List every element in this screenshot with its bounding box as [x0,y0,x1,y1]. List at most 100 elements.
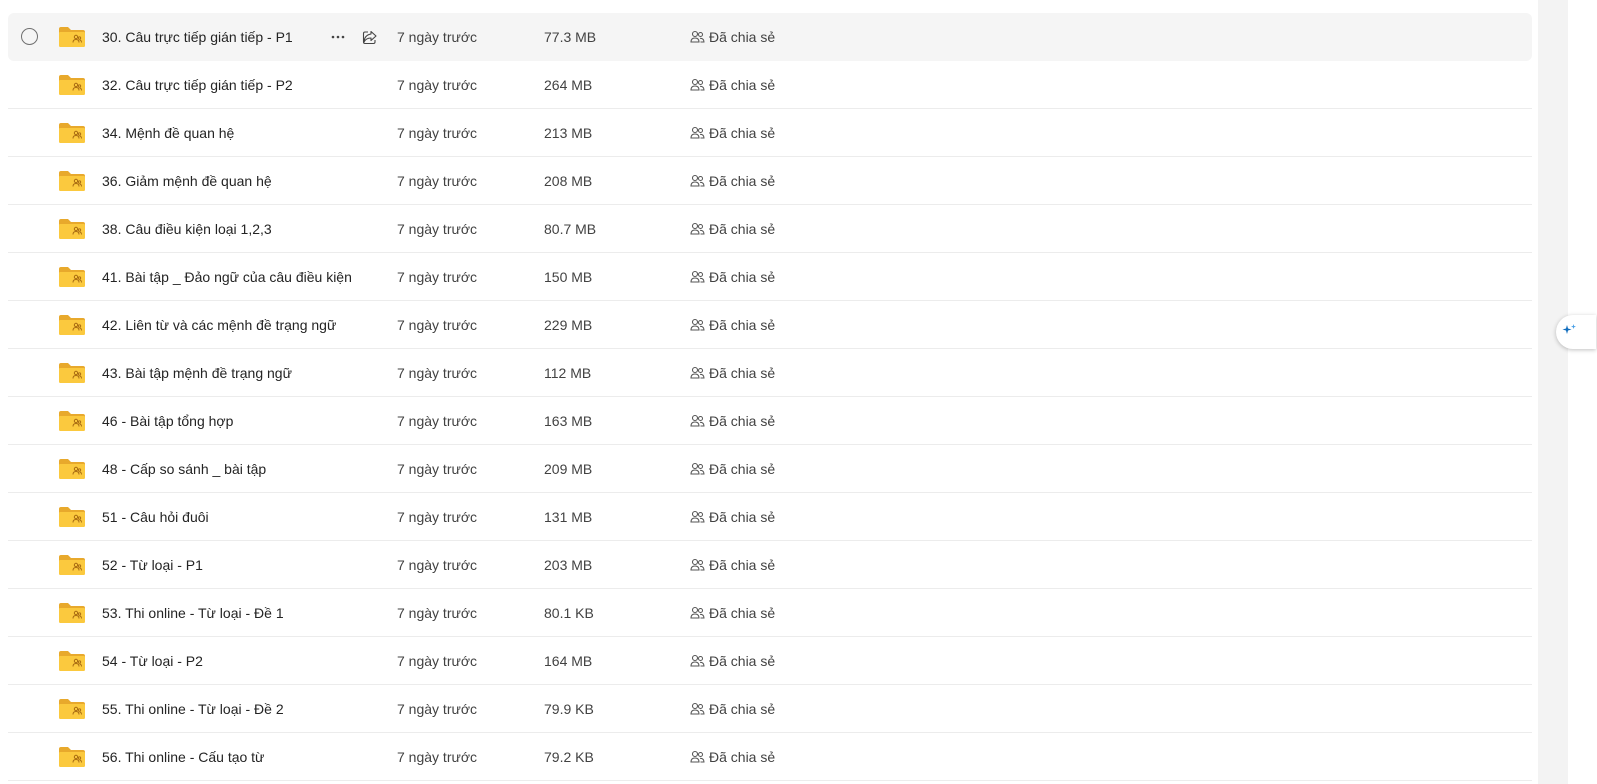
sharing-status: Đã chia sẻ [690,13,775,60]
people-icon [690,30,709,44]
file-size: 264 MB [544,76,593,93]
sharing-label: Đã chia sẻ [709,172,776,189]
file-name[interactable]: 32. Câu trực tiếp gián tiếp - P2 [102,61,293,108]
file-size: 112 MB [544,364,592,381]
modified-date: 7 ngày trước [397,28,478,45]
file-size: 203 MB [544,556,593,573]
file-name[interactable]: 41. Bài tập _ Đảo ngữ của câu điều kiện [102,253,352,300]
file-size: 79.2 KB [544,748,594,765]
sharing-label: Đã chia sẻ [709,652,776,669]
sharing-status: Đã chia sẻ [690,445,775,492]
file-row[interactable]: 36. Giảm mệnh đề quan hệ 7 ngày trước 20… [8,157,1532,205]
sharing-label: Đã chia sẻ [709,700,776,717]
modified-date: 7 ngày trước [397,124,478,141]
file-size: 213 MB [544,124,593,141]
file-row[interactable]: 51 - Câu hỏi đuôi 7 ngày trước 131 MB Đã… [8,493,1532,541]
modified-date: 7 ngày trước [397,364,478,381]
file-name[interactable]: 34. Mệnh đề quan hệ [102,109,234,156]
sharing-status: Đã chia sẻ [690,541,775,588]
file-name[interactable]: 38. Câu điều kiện loại 1,2,3 [102,205,272,252]
file-row[interactable]: 43. Bài tập mệnh đề trạng ngữ 7 ngày trư… [8,349,1532,397]
sharing-label: Đã chia sẻ [709,412,776,429]
sharing-status: Đã chia sẻ [690,349,775,396]
file-row[interactable]: 30. Câu trực tiếp gián tiếp - P1 7 ngày … [8,13,1532,61]
people-icon [690,270,709,284]
file-size: 150 MB [544,268,593,285]
sharing-label: Đã chia sẻ [709,364,776,381]
people-icon [690,558,709,572]
selection-circle-icon [21,28,38,45]
modified-date: 7 ngày trước [397,556,478,573]
file-row[interactable]: 54 - Từ loại - P2 7 ngày trước 164 MB Đã… [8,637,1532,685]
sharing-label: Đã chia sẻ [709,460,776,477]
file-row[interactable]: 38. Câu điều kiện loại 1,2,3 7 ngày trướ… [8,205,1532,253]
modified-date: 7 ngày trước [397,652,478,669]
sharing-label: Đã chia sẻ [709,748,776,765]
scrollbar[interactable] [1538,0,1568,784]
people-icon [690,366,709,380]
sharing-status: Đã chia sẻ [690,637,775,684]
shared-folder-icon [58,493,88,540]
sharing-status: Đã chia sẻ [690,685,775,732]
modified-date: 7 ngày trước [397,508,478,525]
file-name[interactable]: 43. Bài tập mệnh đề trạng ngữ [102,349,292,396]
shared-folder-icon [58,301,88,348]
file-size: 80.1 KB [544,604,594,621]
file-row[interactable]: 42. Liên từ và các mệnh đề trạng ngữ 7 n… [8,301,1532,349]
people-icon [690,78,709,92]
people-icon [690,318,709,332]
file-row[interactable]: 56. Thi online - Cấu tạo từ 7 ngày trước… [8,733,1532,781]
file-name[interactable]: 51 - Câu hỏi đuôi [102,493,209,540]
file-row[interactable]: 55. Thi online - Từ loại - Đề 2 7 ngày t… [8,685,1532,733]
sharing-label: Đã chia sẻ [709,268,776,285]
file-row[interactable]: 41. Bài tập _ Đảo ngữ của câu điều kiện … [8,253,1532,301]
file-name[interactable]: 52 - Từ loại - P1 [102,541,203,588]
sharing-status: Đã chia sẻ [690,157,775,204]
sharing-label: Đã chia sẻ [709,604,776,621]
sharing-label: Đã chia sẻ [709,220,776,237]
file-size: 208 MB [544,172,593,189]
sharing-status: Đã chia sẻ [690,493,775,540]
file-name[interactable]: 56. Thi online - Cấu tạo từ [102,733,264,780]
file-row[interactable]: 52 - Từ loại - P1 7 ngày trước 203 MB Đã… [8,541,1532,589]
file-size: 131 MB [544,508,593,525]
shared-folder-icon [58,733,88,780]
people-icon [690,606,709,620]
file-size: 209 MB [544,460,593,477]
file-row[interactable]: 32. Câu trực tiếp gián tiếp - P2 7 ngày … [8,61,1532,109]
shared-folder-icon [58,61,88,108]
file-size: 229 MB [544,316,593,333]
file-name[interactable]: 53. Thi online - Từ loại - Đề 1 [102,589,284,636]
shared-folder-icon [58,109,88,156]
copilot-side-button[interactable] [1556,315,1596,349]
file-row[interactable]: 48 - Cấp so sánh _ bài tập 7 ngày trước … [8,445,1532,493]
sharing-status: Đã chia sẻ [690,397,775,444]
sharing-status: Đã chia sẻ [690,61,775,108]
file-row[interactable]: 34. Mệnh đề quan hệ 7 ngày trước 213 MB … [8,109,1532,157]
file-name[interactable]: 55. Thi online - Từ loại - Đề 2 [102,685,284,732]
modified-date: 7 ngày trước [397,604,478,621]
shared-folder-icon [58,349,88,396]
file-row[interactable]: 53. Thi online - Từ loại - Đề 1 7 ngày t… [8,589,1532,637]
sharing-status: Đã chia sẻ [690,589,775,636]
file-size: 164 MB [544,652,593,669]
people-icon [690,462,709,476]
modified-date: 7 ngày trước [397,748,478,765]
more-options-button[interactable] [326,13,350,60]
file-name[interactable]: 54 - Từ loại - P2 [102,637,203,684]
file-name[interactable]: 42. Liên từ và các mệnh đề trạng ngữ [102,301,336,348]
file-name[interactable]: 36. Giảm mệnh đề quan hệ [102,157,272,204]
file-row[interactable]: 46 - Bài tập tổng hợp 7 ngày trước 163 M… [8,397,1532,445]
more-horizontal-icon [330,35,346,39]
file-name[interactable]: 48 - Cấp so sánh _ bài tập [102,445,266,492]
row-select-checkbox[interactable] [21,13,41,60]
file-name[interactable]: 30. Câu trực tiếp gián tiếp - P1 [102,13,293,60]
sharing-status: Đã chia sẻ [690,301,775,348]
people-icon [690,126,709,140]
file-list: 30. Câu trực tiếp gián tiếp - P1 7 ngày … [8,13,1532,781]
shared-folder-icon [58,253,88,300]
shared-folder-icon [58,13,88,60]
modified-date: 7 ngày trước [397,316,478,333]
share-button[interactable] [358,13,382,60]
file-name[interactable]: 46 - Bài tập tổng hợp [102,397,233,444]
